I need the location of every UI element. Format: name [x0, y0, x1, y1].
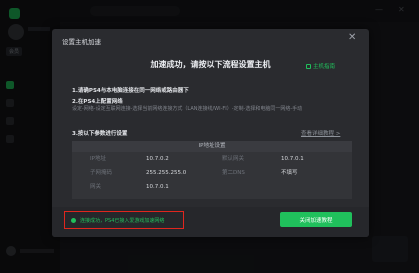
step-3: 3.按以下参数进行设置	[72, 131, 128, 137]
host-guide-label: 主机指南	[313, 64, 336, 70]
table-row: 子网掩码 255.255.255.0 第二DNS 不填写	[72, 166, 352, 180]
dialog-footer: 连接成功，PS4已接入爱游戏加速网络 关闭加速教程	[52, 207, 369, 237]
step-1: 1.请确PS4与本电脑连接在同一网络或路由器下	[72, 88, 189, 94]
row-value: 10.7.0.1	[281, 156, 304, 162]
ip-settings-table: IP地址设置 IP地址 10.7.0.2 默认网关 10.7.0.1 子网掩码 …	[72, 141, 352, 199]
detailed-tutorial-link[interactable]: 查看详细教程 >	[301, 129, 340, 137]
host-guide-link[interactable]: 主机指南	[306, 62, 335, 70]
dialog-title: 设置主机加速	[62, 38, 101, 46]
row-label: 第二DNS	[222, 170, 245, 176]
row-value: 10.7.0.1	[146, 184, 169, 190]
connection-status: 连接成功，PS4已接入爱游戏加速网络	[64, 211, 184, 229]
host-acceleration-dialog: 设置主机加速 ✕ 加速成功，请按以下流程设置主机 主机指南 1.请确PS4与本电…	[52, 29, 369, 237]
status-dot-icon	[71, 217, 76, 223]
close-tutorial-button[interactable]: 关闭加速教程	[280, 212, 352, 227]
row-label: IP地址	[90, 156, 106, 162]
row-label: 网关	[90, 184, 102, 190]
guide-icon	[306, 63, 311, 69]
step-2-description: 设定-网络-设定互联网连接-选择当前网络连接方式（LAN连接线/WI-FI）-定…	[72, 106, 303, 112]
status-text: 连接成功，PS4已接入爱游戏加速网络	[80, 217, 165, 224]
table-header: IP地址设置	[72, 141, 352, 152]
row-value: 255.255.255.0	[146, 170, 187, 176]
step-2: 2.在PS4上配置网络	[72, 99, 123, 105]
row-value: 10.7.0.2	[146, 156, 169, 162]
row-value: 不填写	[281, 170, 298, 176]
table-row: 网关 10.7.0.1	[72, 180, 352, 194]
table-row: IP地址 10.7.0.2 默认网关 10.7.0.1	[72, 152, 352, 166]
row-label: 默认网关	[222, 156, 245, 162]
close-icon[interactable]: ✕	[348, 33, 356, 43]
row-label: 子网掩码	[90, 170, 113, 176]
